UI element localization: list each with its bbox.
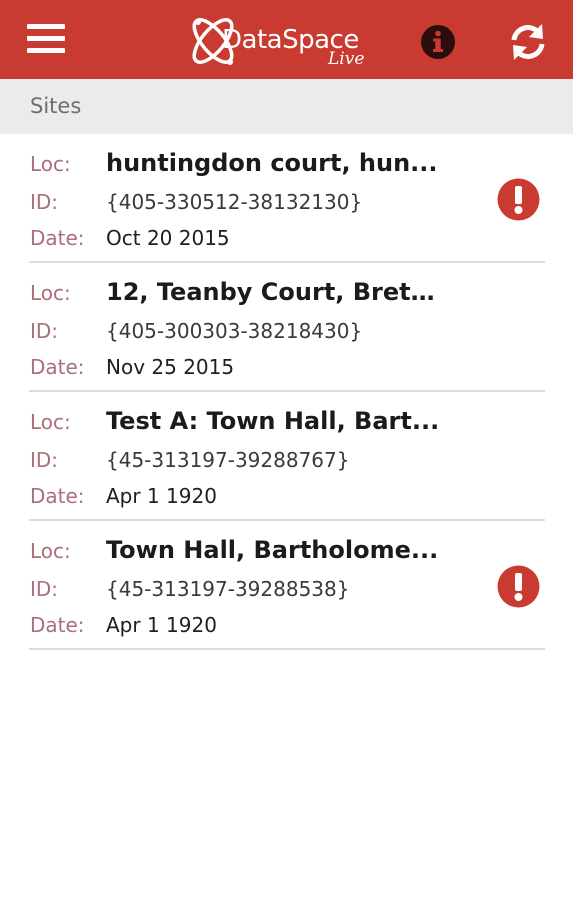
loc-label: Loc: [30, 281, 71, 305]
site-location: 12, Teanby Court, Brett... [106, 279, 446, 305]
sites-section-header: Sites [0, 79, 573, 134]
id-label: ID: [30, 319, 59, 343]
list-item[interactable]: Loc: Town Hall, Bartholome... ID: {45-31… [0, 521, 573, 650]
site-date: Apr 1 1920 [106, 484, 217, 508]
id-label: ID: [30, 448, 59, 472]
site-id: {45-313197-39288538} [106, 577, 350, 601]
list-item[interactable]: Loc: 12, Teanby Court, Brett... ID: {405… [0, 263, 573, 392]
site-location: Test A: Town Hall, Bart... [106, 408, 440, 434]
info-button[interactable] [418, 22, 458, 62]
list-item[interactable]: Loc: Test A: Town Hall, Bart... ID: {45-… [0, 392, 573, 521]
site-date: Nov 25 2015 [106, 355, 235, 379]
refresh-button[interactable] [506, 20, 550, 64]
brand-tagline: Live [328, 49, 365, 69]
section-title: Sites [30, 94, 82, 118]
info-icon [421, 25, 455, 59]
menu-button[interactable] [18, 18, 74, 62]
loc-label: Loc: [30, 152, 71, 176]
divider [29, 648, 545, 650]
app-logo: DataSpace Live [184, 8, 389, 74]
loc-label: Loc: [30, 410, 71, 434]
site-date: Oct 20 2015 [106, 226, 230, 250]
site-list: Loc: huntingdon court, hun... ID: {405-3… [0, 134, 573, 650]
site-location: huntingdon court, hun... [106, 150, 438, 176]
site-date: Apr 1 1920 [106, 613, 217, 637]
site-location: Town Hall, Bartholome... [106, 537, 439, 563]
site-id: {405-300303-38218430} [106, 319, 363, 343]
alert-icon[interactable] [497, 565, 540, 608]
date-label: Date: [30, 484, 85, 508]
refresh-icon [511, 24, 545, 60]
date-label: Date: [30, 226, 85, 250]
app-screen: DataSpace Live Sites Loc: huntingdon cou… [0, 0, 573, 900]
alert-icon[interactable] [497, 178, 540, 221]
site-id: {405-330512-38132130} [106, 190, 363, 214]
list-item[interactable]: Loc: huntingdon court, hun... ID: {405-3… [0, 134, 573, 263]
id-label: ID: [30, 577, 59, 601]
loc-label: Loc: [30, 539, 71, 563]
id-label: ID: [30, 190, 59, 214]
date-label: Date: [30, 355, 85, 379]
site-id: {45-313197-39288767} [106, 448, 350, 472]
top-app-bar: DataSpace Live [0, 0, 573, 79]
date-label: Date: [30, 613, 85, 637]
